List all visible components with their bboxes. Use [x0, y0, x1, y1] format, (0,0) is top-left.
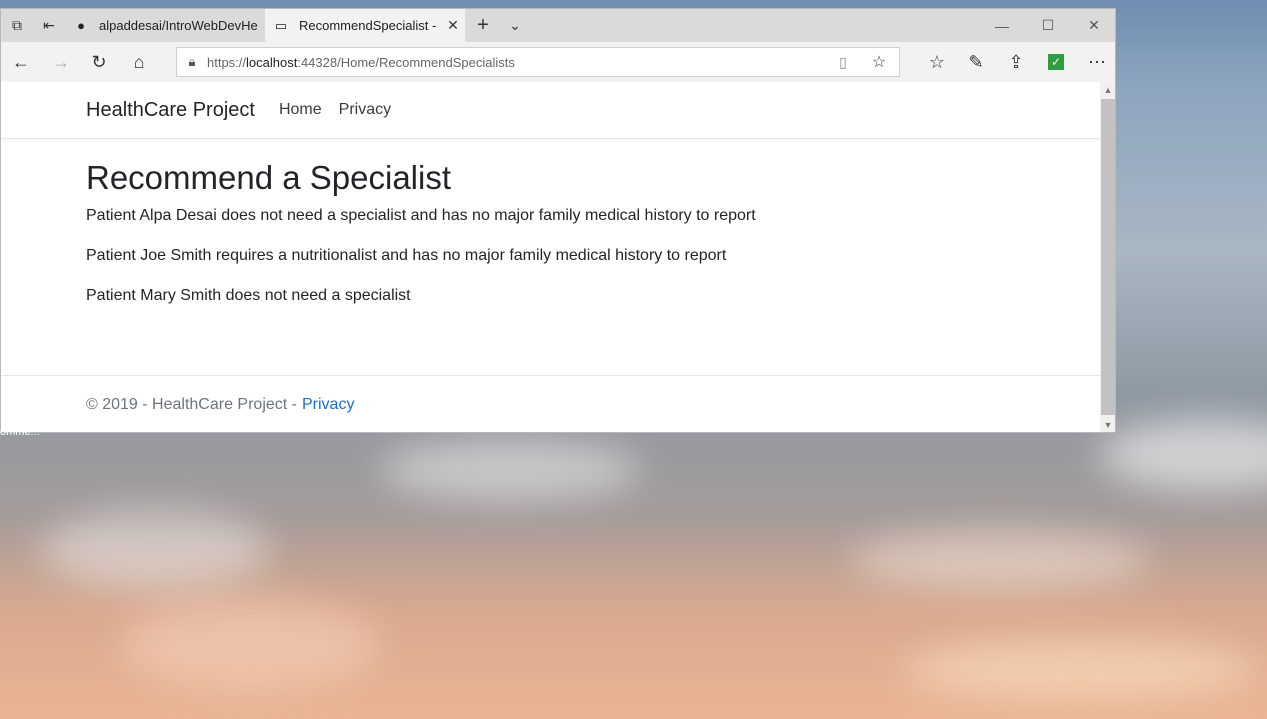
- favorite-star-icon[interactable]: ☆: [859, 52, 899, 72]
- url-host: localhost: [246, 54, 298, 70]
- chevron-down-icon[interactable]: ⌄: [499, 9, 531, 42]
- url-scheme: https://: [207, 54, 247, 70]
- tab-actions-icon[interactable]: ⧉: [1, 9, 33, 42]
- tab-bar: ⧉ ⇤ ● alpaddesai/IntroWebDevHe ▭ Recomme…: [1, 9, 1115, 42]
- patient-recommendation: Patient Alpa Desai does not need a speci…: [86, 207, 756, 224]
- reading-view-icon[interactable]: ▯: [827, 54, 859, 71]
- tab-github[interactable]: ● alpaddesai/IntroWebDevHe: [65, 9, 263, 42]
- scroll-up-icon[interactable]: ▲: [1100, 82, 1115, 98]
- nav-home[interactable]: Home: [279, 101, 322, 119]
- more-options-icon[interactable]: ⋯: [1077, 42, 1115, 82]
- site-brand[interactable]: HealthCare Project: [86, 99, 255, 122]
- page-title: Recommend a Specialist: [86, 159, 451, 196]
- desktop-cloud: [40, 510, 270, 590]
- back-icon[interactable]: ←: [1, 42, 41, 82]
- footer-privacy-link[interactable]: Privacy: [302, 396, 354, 414]
- tab-recommend-specialist[interactable]: ▭ RecommendSpecialist - ✕: [265, 9, 465, 42]
- lock-icon: 🔒︎: [188, 54, 196, 69]
- scroll-down-icon[interactable]: ▼: [1100, 417, 1115, 432]
- site-navbar: HealthCare Project Home Privacy: [1, 82, 1100, 139]
- maximize-icon[interactable]: ☐: [1025, 9, 1071, 42]
- address-bar: ← → ↻ ⌂ 🔒︎ https://localhost:44328/Home/…: [1, 42, 1115, 83]
- url-path: :44328/Home/RecommendSpecialists: [297, 54, 515, 70]
- page-viewport: HealthCare Project Home Privacy Recommen…: [1, 82, 1100, 432]
- tab-label: RecommendSpecialist -: [299, 18, 437, 33]
- desktop-cloud: [380, 440, 640, 500]
- close-window-icon[interactable]: ✕: [1071, 9, 1115, 42]
- main-content: Recommend a Specialist Patient Alpa Desa…: [1, 159, 1100, 305]
- close-tab-icon[interactable]: ✕: [441, 17, 465, 34]
- url-text[interactable]: https://localhost:44328/Home/RecommendSp…: [207, 55, 827, 70]
- share-icon[interactable]: ⇪: [996, 42, 1036, 82]
- site-footer: © 2019 - HealthCare Project - Privacy: [1, 375, 1100, 432]
- minimize-icon[interactable]: —: [979, 9, 1025, 42]
- favorites-icon[interactable]: ☆: [917, 42, 957, 82]
- tab-label: alpaddesai/IntroWebDevHe: [99, 18, 258, 33]
- desktop-cloud: [850, 530, 1150, 590]
- github-icon: ●: [77, 18, 85, 33]
- status-text: omme...: [0, 426, 40, 438]
- url-field[interactable]: 🔒︎ https://localhost:44328/Home/Recommen…: [176, 47, 900, 77]
- browser-window: ⧉ ⇤ ● alpaddesai/IntroWebDevHe ▭ Recomme…: [0, 8, 1116, 433]
- home-icon[interactable]: ⌂: [119, 42, 159, 82]
- page-icon: ▭: [274, 17, 288, 33]
- new-tab-icon[interactable]: +: [467, 9, 499, 42]
- footer-text: © 2019 - HealthCare Project -: [86, 395, 297, 413]
- scrollbar-thumb[interactable]: [1101, 99, 1115, 415]
- refresh-icon[interactable]: ↻: [79, 42, 119, 82]
- set-tabs-aside-icon[interactable]: ⇤: [33, 9, 65, 42]
- desktop-cloud: [900, 640, 1260, 700]
- vertical-scrollbar[interactable]: ▲ ▼: [1100, 82, 1115, 432]
- patient-recommendation: Patient Joe Smith requires a nutritional…: [86, 247, 727, 264]
- pen-icon[interactable]: ✎: [956, 42, 996, 82]
- forward-icon[interactable]: →: [41, 42, 81, 82]
- desktop-cloud: [120, 600, 380, 690]
- extension-check-icon[interactable]: ✓: [1036, 42, 1076, 82]
- desktop-cloud: [1100, 420, 1267, 490]
- nav-privacy[interactable]: Privacy: [339, 101, 391, 119]
- patient-recommendation: Patient Mary Smith does not need a speci…: [86, 287, 411, 304]
